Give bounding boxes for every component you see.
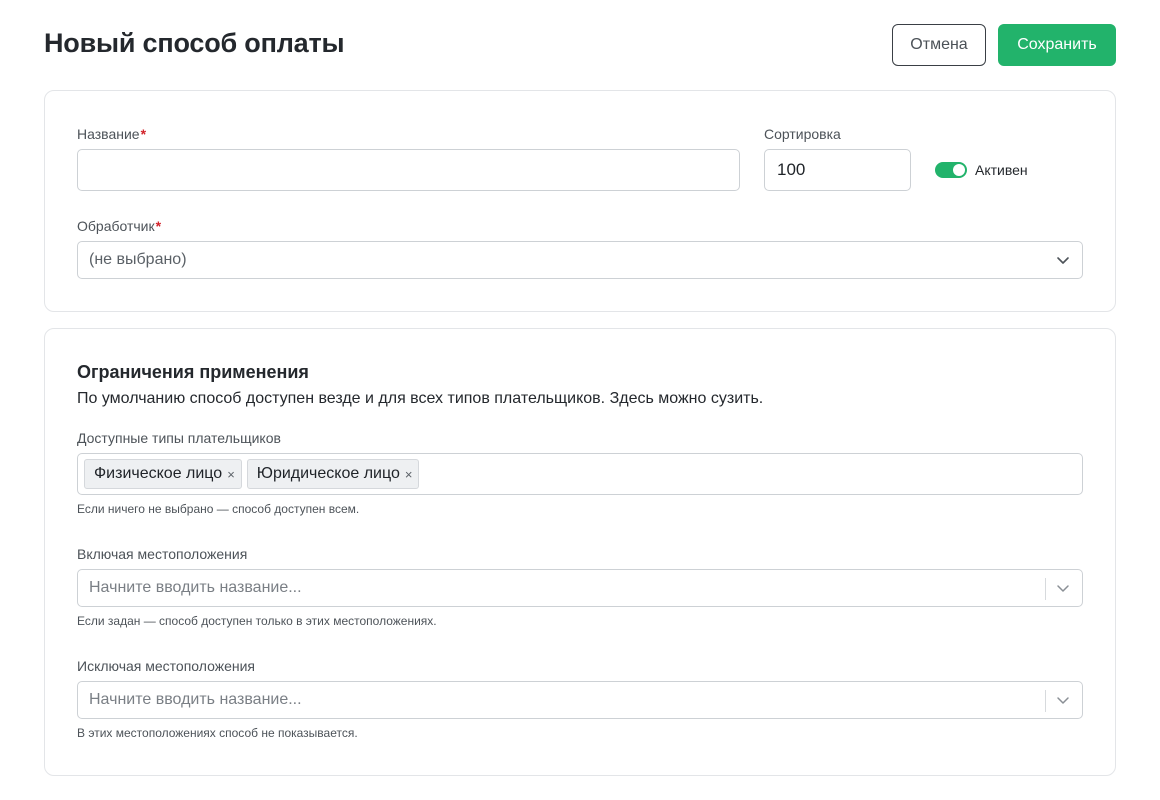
payer-types-label: Доступные типы плательщиков	[77, 430, 281, 446]
include-locations-help: Если задан — способ доступен только в эт…	[77, 614, 437, 628]
select-divider	[1045, 690, 1046, 712]
handler-label: Обработчик*	[77, 218, 161, 234]
restrictions-subtitle: По умолчанию способ доступен везде и для…	[77, 390, 764, 407]
exclude-locations-placeholder: Начните вводить название...	[89, 691, 302, 708]
exclude-locations-select[interactable]: Начните вводить название...	[77, 681, 1083, 719]
sort-label: Сортировка	[764, 126, 841, 142]
restrictions-title: Ограничения применения	[77, 362, 309, 382]
required-mark: *	[140, 126, 147, 142]
exclude-locations-label: Исключая местоположения	[77, 658, 256, 674]
tag-label: Юридическое лицо	[256, 465, 400, 482]
page-title: Новый способ оплаты	[44, 28, 345, 58]
payer-types-help: Если ничего не выбрано — способ доступен…	[77, 502, 360, 516]
handler-label-text: Обработчик	[77, 218, 155, 234]
payer-type-tag: Юридическое лицо ×	[246, 459, 420, 489]
payer-types-multiselect[interactable]: Физическое лицо × Юридическое лицо ×	[77, 453, 1083, 495]
select-divider	[1045, 578, 1046, 600]
active-label: Активен	[975, 162, 1028, 178]
chevron-down-icon	[1057, 697, 1069, 704]
handler-select-value: (не выбрано)	[89, 251, 187, 268]
chevron-down-icon	[1057, 585, 1069, 592]
restrictions-card: Ограничения применения По умолчанию спос…	[44, 328, 1116, 776]
chevron-down-icon	[1057, 257, 1069, 264]
include-locations-placeholder: Начните вводить название...	[89, 579, 302, 596]
tag-label: Физическое лицо	[94, 465, 223, 482]
active-toggle[interactable]	[935, 162, 967, 178]
handler-select[interactable]: (не выбрано)	[77, 241, 1083, 279]
include-locations-select[interactable]: Начните вводить название...	[77, 569, 1083, 607]
include-locations-label: Включая местоположения	[77, 546, 248, 562]
cancel-button[interactable]: Отмена	[892, 24, 986, 66]
remove-tag-icon[interactable]: ×	[405, 468, 413, 481]
name-label: Название*	[77, 126, 146, 142]
save-button[interactable]: Сохранить	[998, 24, 1116, 66]
remove-tag-icon[interactable]: ×	[227, 468, 235, 481]
main-settings-card: Название* Сортировка Активен Обработчик*…	[44, 90, 1116, 312]
name-label-text: Название	[77, 126, 140, 142]
name-input[interactable]	[77, 149, 740, 191]
toggle-knob	[953, 164, 965, 176]
payer-type-tag: Физическое лицо ×	[84, 459, 242, 489]
required-mark: *	[155, 218, 162, 234]
exclude-locations-help: В этих местоположениях способ не показыв…	[77, 726, 358, 740]
sort-input[interactable]	[764, 149, 911, 191]
